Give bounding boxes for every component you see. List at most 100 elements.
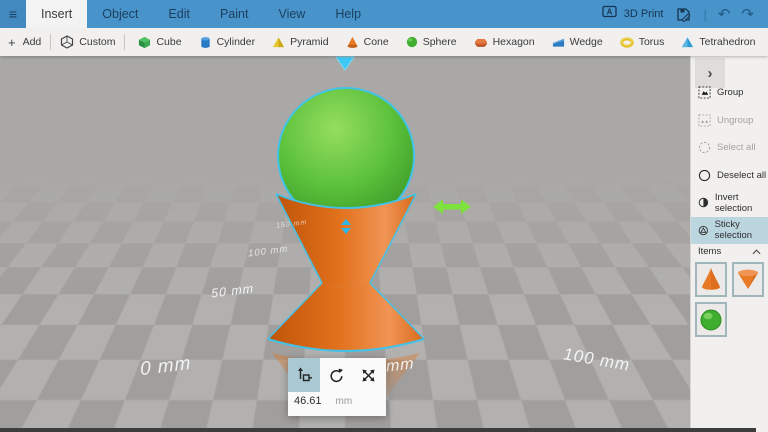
shape-label: Cylinder [217, 36, 256, 48]
shape-sphere-button[interactable]: Sphere [406, 36, 457, 48]
wedge-icon [552, 36, 565, 49]
custom-polyhedron-icon [60, 35, 74, 49]
shape-label: Sphere [423, 36, 457, 48]
move-horizontal-arrow-handle[interactable] [433, 200, 471, 215]
custom-shape-button[interactable]: Custom [60, 35, 115, 49]
menu-edit[interactable]: Edit [153, 0, 205, 28]
menubar-separator: | [703, 7, 706, 22]
shape-label: Cube [156, 36, 181, 48]
select-all-button[interactable]: Select all [691, 134, 768, 162]
menu-object[interactable]: Object [87, 0, 153, 28]
menu-view[interactable]: View [263, 0, 320, 28]
ungroup-label: Ungroup [717, 115, 753, 126]
items-header-label: Items [698, 246, 721, 257]
group-icon [698, 86, 711, 99]
scale-tool-button[interactable] [352, 358, 384, 392]
move-tool-icon [295, 366, 313, 384]
invert-selection-label: Invert selection [715, 192, 768, 214]
shape-gallery: Cube Cylinder Pyramid Cone Sphere Hexago… [138, 36, 755, 49]
invert-selection-icon [698, 196, 709, 209]
menubar-actions: A 3D Print | ↶ ↷ [602, 0, 768, 28]
selection-sidebar: › Group Ungroup Select all Deselect all … [690, 56, 768, 432]
menu-paint[interactable]: Paint [205, 0, 264, 28]
move-down-arrow-handle[interactable] [336, 57, 354, 70]
shape-tetrahedron-button[interactable]: Tetrahedron [681, 36, 755, 49]
ungroup-icon [698, 114, 711, 127]
shape-label: Tetrahedron [699, 36, 755, 48]
shape-label: Pyramid [290, 36, 329, 48]
hamburger-icon: ≡ [9, 6, 17, 22]
item-thumbnail-cone-down[interactable] [732, 262, 764, 297]
deselect-all-button[interactable]: Deselect all [691, 162, 768, 190]
shape-torus-button[interactable]: Torus [620, 36, 665, 49]
sphere-icon [406, 36, 418, 48]
custom-label: Custom [79, 36, 115, 48]
shapes-toolbar: + Add Custom Cube Cylinder Pyramid [0, 28, 768, 56]
3d-print-button[interactable]: A 3D Print [602, 5, 664, 24]
cube-icon [138, 36, 151, 49]
3d-viewport-canvas[interactable]: 150 mm 100 mm 50 mm 0 mm mm 100 mm 46.61… [0, 56, 690, 432]
item-thumbnail-sphere[interactable] [695, 302, 727, 337]
dimension-value-input[interactable]: 46.61 [294, 395, 322, 407]
add-button[interactable]: + Add [8, 35, 41, 50]
select-all-icon [698, 141, 711, 154]
cone-down-thumbnail-icon [736, 268, 760, 292]
cone-up-thumbnail-icon [699, 266, 723, 293]
shape-cone-button[interactable]: Cone [346, 36, 389, 49]
shape-cube-button[interactable]: Cube [138, 36, 181, 49]
shape-label: Cone [364, 36, 389, 48]
select-all-label: Select all [717, 142, 756, 153]
shape-cylinder-button[interactable]: Cylinder [199, 36, 256, 49]
invert-selection-button[interactable]: Invert selection [691, 189, 768, 217]
shape-hexagon-button[interactable]: Hexagon [474, 36, 535, 49]
tetrahedron-icon [681, 36, 694, 49]
cone-part[interactable] [268, 283, 424, 351]
cone-icon [346, 36, 359, 49]
deselect-all-icon [698, 169, 711, 182]
items-section-header[interactable]: Items [698, 246, 761, 257]
item-thumbnail-cone-up[interactable] [695, 262, 727, 297]
menu-bar: ≡ Insert Object Edit Paint View Help A 3… [0, 0, 768, 28]
app-window: ≡ Insert Object Edit Paint View Help A 3… [0, 0, 768, 432]
sphere-thumbnail-icon [699, 308, 723, 332]
menu-help[interactable]: Help [320, 0, 376, 28]
rotate-tool-button[interactable] [320, 358, 352, 392]
cylinder-icon [199, 36, 212, 49]
transform-panel: 46.61 mm [288, 358, 386, 416]
svg-text:A: A [606, 7, 612, 16]
shape-pyramid-button[interactable]: Pyramid [272, 36, 329, 49]
move-tool-button[interactable] [288, 358, 320, 392]
shape-label: Wedge [570, 36, 603, 48]
group-button[interactable]: Group [691, 79, 768, 107]
toolbar-divider [50, 34, 51, 50]
hamburger-menu-button[interactable]: ≡ [0, 0, 26, 28]
build-plate-edge [0, 428, 756, 432]
rotate-tool-icon [328, 367, 345, 384]
save-icon [676, 7, 691, 22]
plus-icon: + [8, 35, 16, 50]
save-button[interactable] [674, 5, 692, 23]
3d-print-label: 3D Print [624, 8, 664, 20]
grid-label-mm-partial: mm [386, 355, 415, 377]
add-label: Add [23, 36, 42, 48]
items-list [695, 262, 767, 337]
3d-print-icon: A [602, 5, 618, 24]
sticky-selection-label: Sticky selection [715, 219, 768, 241]
torus-icon [620, 36, 634, 49]
chevron-up-icon [752, 249, 761, 255]
dimension-unit-label: mm [336, 396, 353, 407]
shape-label: Torus [639, 36, 665, 48]
pyramid-icon [272, 36, 285, 49]
shape-wedge-button[interactable]: Wedge [552, 36, 603, 49]
sticky-selection-button[interactable]: Sticky selection [691, 217, 768, 245]
group-label: Group [717, 87, 743, 98]
toolbar-divider [124, 34, 125, 50]
undo-button[interactable]: ↶ [718, 7, 731, 22]
shape-label: Hexagon [493, 36, 535, 48]
redo-button[interactable]: ↷ [741, 7, 754, 22]
scale-tool-icon [360, 367, 377, 384]
menu-insert[interactable]: Insert [26, 0, 87, 28]
deselect-all-label: Deselect all [717, 170, 766, 181]
hexagon-icon [474, 36, 488, 49]
ungroup-button[interactable]: Ungroup [691, 107, 768, 135]
